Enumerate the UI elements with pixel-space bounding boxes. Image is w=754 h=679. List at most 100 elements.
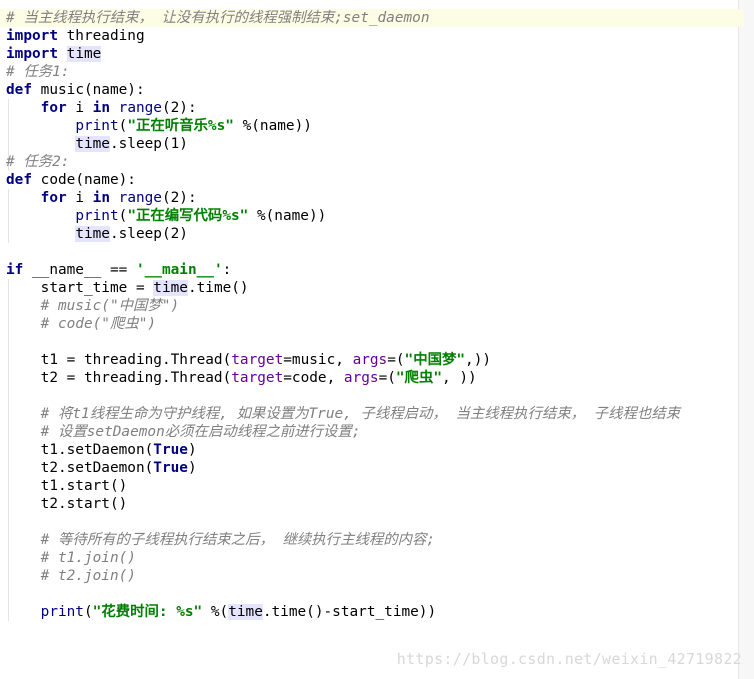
code-line[interactable]: import time (0, 45, 744, 63)
code-line[interactable]: # 任务2: (0, 153, 744, 171)
code-line[interactable]: # 将t1线程生命为守护线程, 如果设置为True, 子线程启动， 当主线程执行… (0, 405, 744, 423)
code-keyword: in (92, 190, 110, 206)
code-token: code(name): (32, 172, 136, 188)
code-token: i (66, 100, 93, 116)
code-token: print (75, 208, 119, 224)
code-line[interactable] (0, 513, 744, 531)
code-keyword: import (6, 28, 58, 44)
code-line[interactable]: def music(name): (0, 81, 744, 99)
code-line[interactable]: t2.setDaemon(True) (0, 459, 744, 477)
code-comment: # 将t1线程生命为守护线程, 如果设置为True, 子线程启动， 当主线程执行… (40, 406, 681, 422)
code-line[interactable]: def code(name): (0, 171, 744, 189)
code-line[interactable] (0, 585, 744, 603)
code-token: .time()-start_time)) (262, 604, 437, 620)
code-string: "中国梦" (404, 352, 466, 368)
code-line[interactable]: import threading (0, 27, 744, 45)
code-line[interactable]: # 当主线程执行结束， 让没有执行的线程强制结束;set_daemon (0, 9, 744, 27)
code-token: __name__ == (23, 262, 136, 278)
code-line[interactable]: t1.start() (0, 477, 744, 495)
code-line[interactable]: t1.setDaemon(True) (0, 441, 744, 459)
code-token: t2.setDaemon( (6, 460, 154, 476)
code-line[interactable]: # music("中国梦") (0, 297, 744, 315)
code-keyword: import (6, 46, 58, 62)
code-line[interactable]: print("正在编写代码%s" %(name)) (0, 207, 744, 225)
code-line[interactable]: # t1.join() (0, 549, 744, 567)
code-token: : (222, 262, 232, 278)
code-line[interactable]: t1 = threading.Thread(target=music, args… (0, 351, 744, 369)
code-line[interactable]: if __name__ == '__main__': (0, 261, 744, 279)
code-token: time (66, 46, 102, 62)
code-editor[interactable]: # 当主线程执行结束， 让没有执行的线程强制结束;set_daemon impor… (0, 0, 754, 679)
code-line[interactable] (0, 243, 744, 261)
code-line[interactable]: t2.start() (0, 495, 744, 513)
code-token: , )) (442, 370, 477, 386)
code-token: (2): (161, 190, 197, 206)
code-line[interactable]: # 等待所有的子线程执行结束之后， 继续执行主线程的内容; (0, 531, 744, 549)
code-token: t2 = threading.Thread( (6, 370, 232, 386)
code-comment: # 等待所有的子线程执行结束之后， 继续执行主线程的内容; (40, 532, 436, 548)
code-token: ) (187, 442, 197, 458)
code-token: %(name)) (233, 118, 312, 134)
code-line[interactable]: print("花费时间: %s" %(time.time()-start_tim… (0, 603, 744, 621)
code-line[interactable]: # code("爬虫") (0, 315, 744, 333)
code-keyword: True (153, 442, 188, 458)
code-comment: # t2.join() (40, 568, 136, 584)
code-token: =code, (283, 370, 344, 386)
code-line[interactable]: print("正在听音乐%s" %(name)) (0, 117, 744, 135)
code-line[interactable]: # 任务1: (0, 63, 744, 81)
code-token: .time() (187, 280, 249, 296)
code-string: "花费时间: %s" (92, 604, 203, 620)
code-keyword: if (6, 262, 24, 278)
code-token: =( (387, 352, 405, 368)
code-keyword: for (40, 100, 67, 116)
code-line[interactable] (0, 387, 744, 405)
code-line[interactable]: start_time = time.time() (0, 279, 744, 297)
code-token: time (75, 136, 110, 152)
code-token: .sleep(2) (109, 226, 188, 242)
code-token: time (228, 604, 263, 620)
code-line[interactable]: t2 = threading.Thread(target=code, args=… (0, 369, 744, 387)
watermark: https://blog.csdn.net/weixin_42719822 (396, 650, 742, 668)
code-token: start_time = (6, 280, 154, 296)
code-token: ( (118, 118, 128, 134)
code-line[interactable]: # t2.join() (0, 567, 744, 585)
code-token: time (153, 280, 188, 296)
code-line[interactable] (0, 333, 744, 351)
code-token: ( (118, 208, 128, 224)
code-comment: # 设置setDaemon必须在启动线程之前进行设置; (40, 424, 361, 440)
code-line[interactable]: time.sleep(1) (0, 135, 744, 153)
code-token: =( (378, 370, 396, 386)
code-comment: # code("爬虫") (40, 316, 157, 332)
code-line[interactable]: # 设置setDaemon必须在启动线程之前进行设置; (0, 423, 744, 441)
code-token: args (352, 352, 388, 368)
code-token: t1 = threading.Thread( (6, 352, 232, 368)
code-token: target (231, 370, 284, 386)
code-token: ) (187, 460, 197, 476)
code-line[interactable]: for i in range(2): (0, 189, 744, 207)
code-token: range (118, 100, 162, 116)
code-token: t2.start() (6, 496, 128, 512)
code-token: ( (83, 604, 93, 620)
code-string: "爬虫" (395, 370, 442, 386)
code-keyword: for (40, 190, 67, 206)
code-keyword: True (153, 460, 188, 476)
code-comment: # music("中国梦") (40, 298, 180, 314)
code-token: %(name)) (248, 208, 327, 224)
code-keyword: def (6, 172, 32, 188)
code-keyword: in (92, 100, 110, 116)
code-token: args (343, 370, 379, 386)
code-line[interactable]: for i in range(2): (0, 99, 744, 117)
code-string: "正在听音乐%s" (127, 118, 234, 134)
code-line[interactable]: time.sleep(2) (0, 225, 744, 243)
code-comment: # 当主线程执行结束， 让没有执行的线程强制结束;set_daemon (6, 10, 430, 26)
